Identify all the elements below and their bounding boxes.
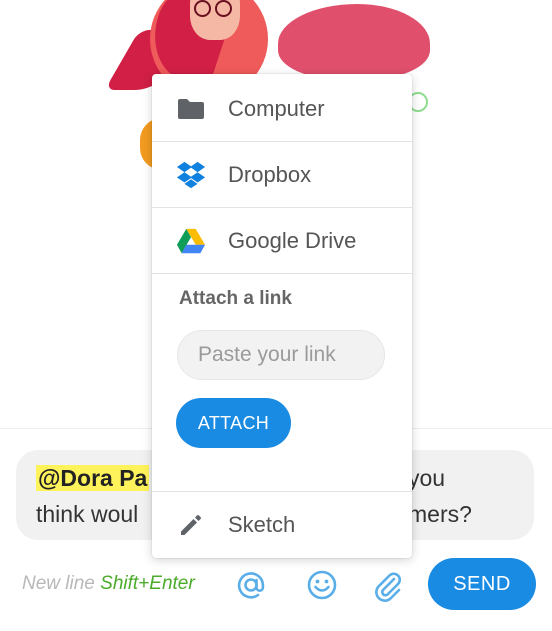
attach-link-title: Attach a link [179, 288, 292, 309]
attachment-menu: Computer Dropbox Google Drive Attach a l… [152, 74, 412, 558]
menu-item-google-drive[interactable]: Google Drive [152, 208, 412, 274]
google-drive-icon [176, 226, 206, 256]
menu-item-label: Sketch [228, 512, 296, 537]
message-text-fragment: think woul [36, 501, 139, 527]
decorative-blob [278, 4, 430, 80]
stage: @Dora Pa you think woul mers? New line S… [0, 0, 552, 631]
menu-item-dropbox[interactable]: Dropbox [152, 142, 412, 208]
newline-hint: New line Shift+Enter [22, 573, 195, 595]
glasses-icon [194, 0, 238, 17]
send-button[interactable]: SEND [428, 558, 536, 610]
menu-item-sketch[interactable]: Sketch [152, 492, 412, 558]
link-input[interactable] [177, 330, 385, 380]
emoji-icon[interactable] [305, 568, 339, 602]
mention-tag[interactable]: @Dora Pa [36, 465, 150, 491]
hint-shortcut: Shift+Enter [100, 573, 195, 594]
menu-item-label: Dropbox [228, 161, 312, 187]
attach-button[interactable]: ATTACH [176, 398, 291, 448]
dropbox-icon [176, 160, 206, 190]
menu-item-label: Computer [228, 95, 325, 121]
paperclip-icon[interactable] [370, 568, 404, 602]
message-text-fragment: mers? [408, 501, 472, 527]
menu-item-computer[interactable]: Computer [152, 76, 412, 142]
attach-link-section: Attach a link ATTACH [152, 272, 412, 492]
message-text-fragment: you [408, 465, 446, 491]
hint-label: New line [22, 573, 95, 594]
pencil-icon [176, 510, 206, 540]
menu-item-label: Google Drive [228, 227, 357, 253]
folder-icon [176, 94, 206, 124]
mention-icon[interactable] [234, 568, 268, 602]
